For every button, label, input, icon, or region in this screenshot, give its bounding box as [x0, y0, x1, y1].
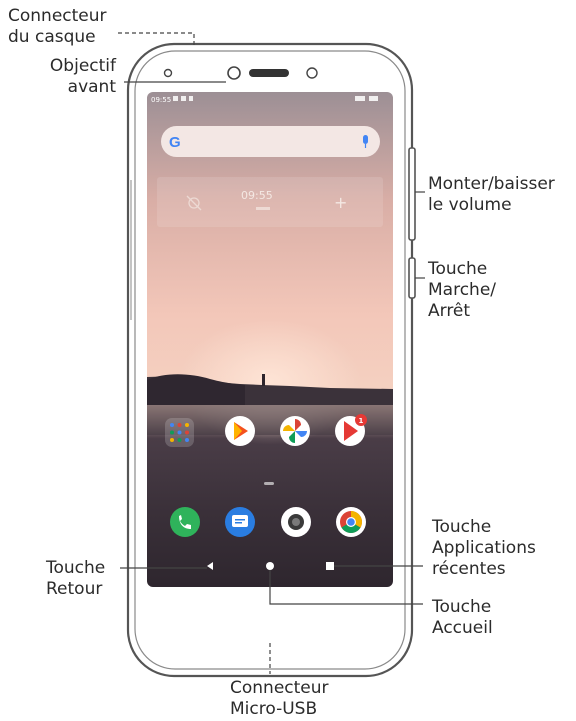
signal-icon	[355, 96, 365, 101]
power-key	[408, 257, 416, 299]
lighthouse	[262, 374, 265, 386]
messages-app-icon[interactable]	[225, 507, 255, 537]
notification-badge: 1	[359, 417, 364, 425]
status-notif-icon	[181, 96, 186, 101]
google-search-bar[interactable]	[161, 126, 380, 157]
back-key-label: Touche Retour	[46, 558, 106, 599]
battery-icon	[369, 96, 378, 101]
clock-widget-time: 09:55	[241, 189, 273, 202]
status-notif-icon	[173, 96, 178, 101]
recent-apps-key-label: Touche Applications récentes	[432, 517, 536, 579]
volume-key	[408, 147, 416, 241]
chrome-app-icon[interactable]	[336, 507, 366, 537]
home-button-icon[interactable]	[266, 562, 274, 570]
status-time: 09:55	[151, 96, 171, 104]
front-camera-label: Objectif avant	[49, 56, 116, 97]
phone-app-icon[interactable]	[170, 507, 200, 537]
headphone-connector-label: Connecteur du casque	[8, 6, 107, 47]
camera-app-icon[interactable]	[281, 507, 311, 537]
status-notif-icon	[189, 96, 193, 101]
page-indicator	[264, 482, 274, 485]
volume-key-label: Monter/baisser le volume	[428, 174, 555, 215]
clock-widget	[157, 177, 383, 227]
add-clock-icon[interactable]: +	[334, 193, 347, 212]
google-logo: G	[169, 134, 181, 151]
home-key-label: Touche Accueil	[432, 597, 493, 638]
recents-button-icon[interactable]	[326, 562, 334, 570]
mic-icon[interactable]	[363, 135, 368, 144]
lighthouse-light	[261, 370, 266, 374]
micro-usb-label: Connecteur Micro-USB	[230, 678, 329, 719]
earpiece	[249, 69, 289, 77]
power-key-label: Touche Marche/Arrêt	[428, 259, 497, 321]
clock-widget-date	[256, 207, 270, 210]
google-folder-icon[interactable]	[165, 418, 194, 447]
photos-icon[interactable]	[280, 416, 310, 446]
play-store-icon[interactable]	[225, 416, 255, 446]
